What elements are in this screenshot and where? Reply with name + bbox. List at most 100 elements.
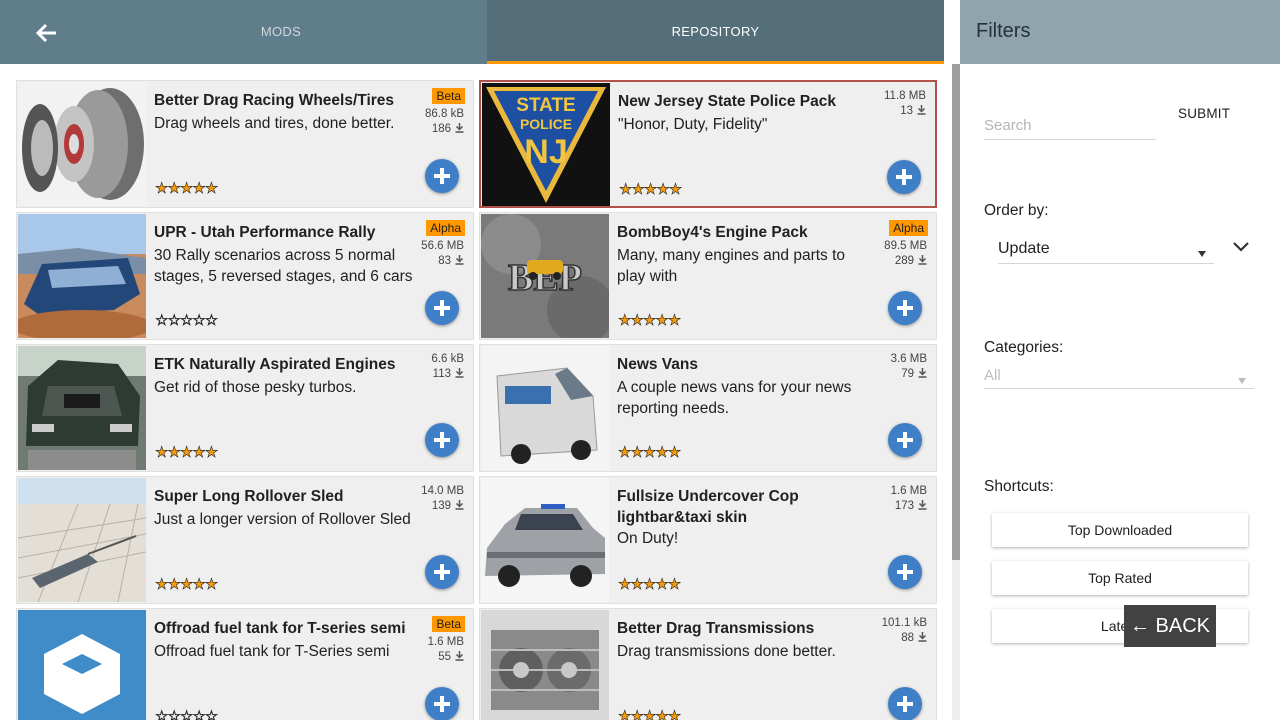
mod-size: 3.6 MB <box>890 353 927 365</box>
tab-mods[interactable]: MODS <box>75 0 487 64</box>
mod-title: Better Drag Racing Wheels/Tires <box>154 92 395 109</box>
order-by-select[interactable]: Update <box>998 240 1214 264</box>
scrollbar-thumb[interactable] <box>952 64 960 560</box>
mod-thumbnail <box>18 610 146 720</box>
mod-thumbnail: BEP <box>481 214 609 338</box>
order-by-label: Order by: <box>984 202 1049 219</box>
mod-card[interactable]: STATE POLICE NJ New Jersey State Police … <box>479 80 937 208</box>
download-count: 113 <box>433 368 464 380</box>
categories-label: Categories: <box>984 339 1064 356</box>
mod-description: Many, many engines and parts to play wit… <box>617 247 846 285</box>
svg-text:STATE: STATE <box>516 95 575 116</box>
download-icon <box>455 255 464 265</box>
mod-description: "Honor, Duty, Fidelity" <box>618 116 768 133</box>
submit-button[interactable]: SUBMIT <box>1178 106 1230 121</box>
shortcut-top-rated[interactable]: Top Rated <box>992 561 1248 595</box>
status-badge: Beta <box>432 88 465 104</box>
back-button[interactable]: ← BACK <box>1124 605 1216 647</box>
mod-description: Drag wheels and tires, done better. <box>154 115 395 132</box>
mod-description: Offroad fuel tank for T-Series semi <box>154 643 390 660</box>
download-count: 13 <box>900 105 926 117</box>
add-mod-button[interactable] <box>425 291 459 325</box>
rating-stars: ★★★★★ <box>155 180 219 198</box>
add-mod-button[interactable] <box>887 160 921 194</box>
mod-card[interactable]: UPR - Utah Performance Rally 30 Rally sc… <box>16 212 474 340</box>
mod-size: 56.6 MB <box>421 240 464 252</box>
shortcut-top-downloaded[interactable]: Top Downloaded <box>992 513 1248 547</box>
download-icon <box>918 255 927 265</box>
mod-thumbnail <box>18 478 146 602</box>
mod-title: Fullsize Undercover Cop lightbar&taxi sk… <box>617 488 799 526</box>
mod-thumbnail <box>18 82 146 206</box>
download-count-value: 13 <box>900 105 913 117</box>
download-count-value: 88 <box>901 632 914 644</box>
download-count: 88 <box>901 632 927 644</box>
mod-description: Get rid of those pesky turbos. <box>154 379 357 396</box>
download-count-value: 79 <box>901 368 914 380</box>
add-mod-button[interactable] <box>425 555 459 589</box>
mod-title: News Vans <box>617 356 698 373</box>
dropdown-caret-icon <box>1198 251 1206 257</box>
chevron-down-icon[interactable] <box>1231 240 1251 254</box>
add-mod-button[interactable] <box>888 423 922 457</box>
download-count: 79 <box>901 368 927 380</box>
download-count-value: 139 <box>431 500 451 512</box>
mod-description: Just a longer version of Rollover Sled <box>154 511 411 528</box>
rating-stars: ★★★★★ <box>618 444 682 462</box>
categories-value: All <box>984 367 1001 384</box>
add-mod-button[interactable] <box>425 159 459 193</box>
search-input[interactable] <box>984 112 1156 140</box>
download-count: 55 <box>438 651 464 663</box>
mod-title: UPR - Utah Performance Rally <box>154 224 376 241</box>
mod-card[interactable]: ETK Naturally Aspirated Engines Get rid … <box>16 344 474 472</box>
back-arrow-icon[interactable] <box>30 18 62 48</box>
svg-text:POLICE: POLICE <box>520 116 572 132</box>
mod-title: BombBoy4's Engine Pack <box>617 224 808 241</box>
mod-list[interactable]: Better Drag Racing Wheels/Tires Drag whe… <box>0 64 952 720</box>
rating-stars: ☆☆☆☆☆ <box>155 708 219 720</box>
mod-title: Offroad fuel tank for T-series semi <box>154 620 406 637</box>
svg-text:NJ: NJ <box>524 133 567 171</box>
tab-repository[interactable]: REPOSITORY <box>487 0 944 64</box>
mod-size: 101.1 kB <box>881 617 927 629</box>
download-count: 139 <box>432 500 464 512</box>
status-badge: Beta <box>432 616 465 632</box>
download-count-value: 186 <box>431 123 451 135</box>
download-count-value: 83 <box>438 255 451 267</box>
mod-card[interactable]: Offroad fuel tank for T-series semi Offr… <box>16 608 474 720</box>
mod-thumbnail <box>481 346 609 470</box>
add-mod-button[interactable] <box>888 291 922 325</box>
mod-card[interactable]: BEP BombBoy4's Engine Pack Many, many en… <box>479 212 937 340</box>
download-count: 173 <box>895 500 927 512</box>
dropdown-caret-icon <box>1238 378 1246 384</box>
mod-thumbnail <box>481 478 609 602</box>
status-badge: Alpha <box>889 220 928 236</box>
rating-stars: ★★★★★ <box>155 444 219 462</box>
rating-stars: ★★★★★ <box>618 576 682 594</box>
mod-card[interactable]: Fullsize Undercover Cop lightbar&taxi sk… <box>479 476 937 604</box>
download-icon <box>455 651 464 661</box>
mod-description: Drag transmissions done better. <box>617 643 836 660</box>
mod-size: 86.8 kB <box>425 108 464 120</box>
mod-card[interactable]: Super Long Rollover Sled Just a longer v… <box>16 476 474 604</box>
add-mod-button[interactable] <box>425 687 459 720</box>
status-badge: Alpha <box>426 220 465 236</box>
download-count-value: 113 <box>432 368 451 380</box>
categories-select[interactable]: All <box>984 367 1254 389</box>
rating-stars: ☆☆☆☆☆ <box>155 312 219 330</box>
rating-stars: ★★★★★ <box>618 312 682 330</box>
mod-size: 11.8 MB <box>884 90 926 102</box>
add-mod-button[interactable] <box>888 687 922 720</box>
filters-title: Filters <box>976 20 1031 42</box>
mod-card[interactable]: Better Drag Racing Wheels/Tires Drag whe… <box>16 80 474 208</box>
download-icon <box>917 105 926 115</box>
add-mod-button[interactable] <box>888 555 922 589</box>
download-icon <box>455 500 464 510</box>
add-mod-button[interactable] <box>425 423 459 457</box>
rating-stars: ★★★★★ <box>618 708 682 720</box>
mod-thumbnail <box>18 346 146 470</box>
download-icon <box>455 123 464 133</box>
mod-card[interactable]: Better Drag Transmissions Drag transmiss… <box>479 608 937 720</box>
mod-size: 1.6 MB <box>890 485 927 497</box>
mod-card[interactable]: News Vans A couple news vans for your ne… <box>479 344 937 472</box>
